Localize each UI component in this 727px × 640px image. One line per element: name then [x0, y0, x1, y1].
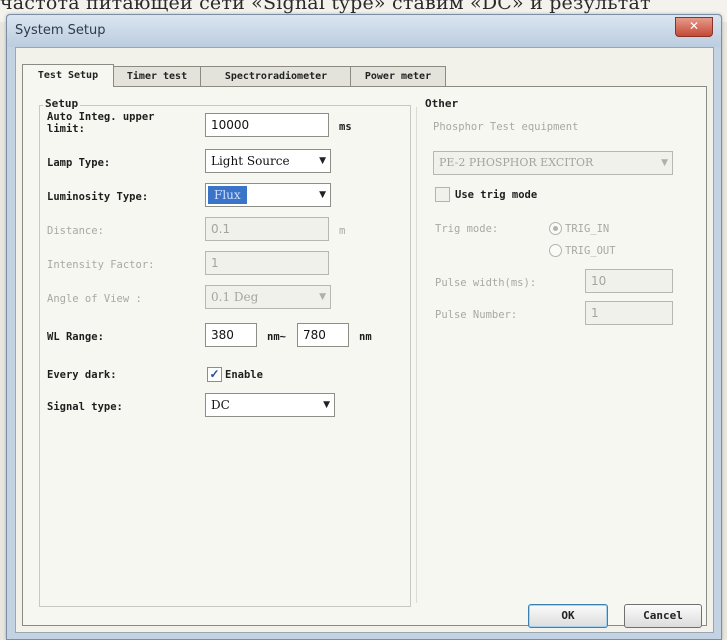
- dialog-client-area: Test Setup Timer test Spectroradiometer …: [15, 47, 714, 633]
- phosphor-equipment-value: PE-2 PHOSPHOR EXCITOR: [439, 156, 594, 169]
- angle-of-view-select[interactable]: 0.1 Deg ▼: [205, 285, 331, 309]
- use-trig-mode-label[interactable]: Use trig mode: [455, 189, 537, 201]
- test-setup-panel: Setup Auto Integ. upper limit: 10000 ms …: [22, 86, 707, 626]
- lamp-type-value: Light Source: [211, 154, 290, 168]
- lamp-type-select[interactable]: Light Source ▼: [205, 149, 331, 173]
- dropdown-arrow-icon: ▼: [661, 158, 668, 168]
- dropdown-arrow-icon: ▼: [319, 292, 326, 302]
- system-setup-dialog: System Setup ✕ Test Setup Timer test Spe…: [6, 14, 722, 640]
- auto-integ-unit: ms: [339, 121, 352, 133]
- distance-unit: m: [339, 225, 346, 237]
- phosphor-equipment-label: Phosphor Test equipment: [433, 121, 579, 133]
- phosphor-equipment-select[interactable]: PE-2 PHOSPHOR EXCITOR ▼: [433, 151, 673, 175]
- trig-out-label: TRIG_OUT: [565, 245, 616, 257]
- signal-type-select[interactable]: DC ▼: [205, 393, 335, 417]
- dropdown-arrow-icon: ▼: [323, 400, 330, 410]
- every-dark-checkbox[interactable]: ✓: [207, 367, 222, 382]
- wl-range-label: WL Range:: [47, 331, 104, 343]
- window-title: System Setup: [15, 23, 106, 38]
- dropdown-arrow-icon: ▼: [319, 190, 326, 200]
- background-text-line: частота питающей сети «Signal type» став…: [0, 0, 651, 14]
- setup-group-title: Setup: [43, 97, 81, 110]
- cancel-button[interactable]: Cancel: [624, 604, 702, 628]
- every-dark-enable-label[interactable]: Enable: [225, 369, 263, 381]
- wl-range-to-unit: nm: [359, 331, 372, 343]
- trig-mode-label: Trig mode:: [435, 223, 499, 235]
- angle-of-view-label: Angle of View :: [47, 293, 142, 305]
- signal-type-label: Signal type:: [47, 401, 123, 413]
- setup-group: [39, 105, 411, 607]
- pulse-number-input[interactable]: 1: [585, 301, 673, 325]
- group-divider: [416, 107, 417, 603]
- pulse-width-label: Pulse width(ms):: [435, 277, 537, 289]
- wl-range-to-input[interactable]: 780: [297, 323, 349, 347]
- luminosity-type-label: Luminosity Type:: [47, 191, 149, 203]
- tab-test-setup[interactable]: Test Setup: [22, 64, 114, 87]
- checkmark-icon: ✓: [209, 367, 220, 381]
- ok-button[interactable]: OK: [528, 604, 608, 628]
- trig-out-radio[interactable]: [549, 244, 562, 257]
- other-group-title: Other: [423, 97, 461, 110]
- luminosity-type-value: Flux: [208, 186, 247, 204]
- close-icon: ✕: [688, 19, 700, 33]
- dropdown-arrow-icon: ▼: [319, 156, 326, 166]
- pulse-number-label: Pulse Number:: [435, 309, 518, 321]
- title-bar[interactable]: System Setup ✕: [7, 15, 721, 47]
- tab-spectroradiometer[interactable]: Spectroradiometer: [200, 66, 352, 86]
- wl-range-from-input[interactable]: 380: [205, 323, 257, 347]
- every-dark-label: Every dark:: [47, 369, 117, 381]
- auto-integ-input[interactable]: 10000: [205, 113, 329, 137]
- lamp-type-label: Lamp Type:: [47, 157, 111, 169]
- tab-timer-test[interactable]: Timer test: [112, 66, 202, 86]
- auto-integ-label: Auto Integ. upper limit:: [47, 111, 155, 135]
- luminosity-type-select[interactable]: Flux ▼: [205, 183, 331, 207]
- trig-in-label: TRIG_IN: [565, 223, 610, 235]
- distance-label: Distance:: [47, 225, 104, 237]
- trig-in-radio[interactable]: [549, 222, 562, 235]
- close-button[interactable]: ✕: [675, 17, 713, 37]
- angle-of-view-value: 0.1 Deg: [211, 290, 259, 304]
- signal-type-value: DC: [211, 398, 230, 412]
- tab-power-meter[interactable]: Power meter: [350, 66, 446, 86]
- intensity-factor-label: Intensity Factor:: [47, 259, 155, 271]
- pulse-width-input[interactable]: 10: [585, 269, 673, 293]
- use-trig-mode-checkbox[interactable]: [435, 187, 450, 202]
- distance-input[interactable]: 0.1: [205, 217, 329, 241]
- wl-range-from-unit: nm~: [267, 331, 286, 343]
- intensity-factor-input[interactable]: 1: [205, 251, 329, 275]
